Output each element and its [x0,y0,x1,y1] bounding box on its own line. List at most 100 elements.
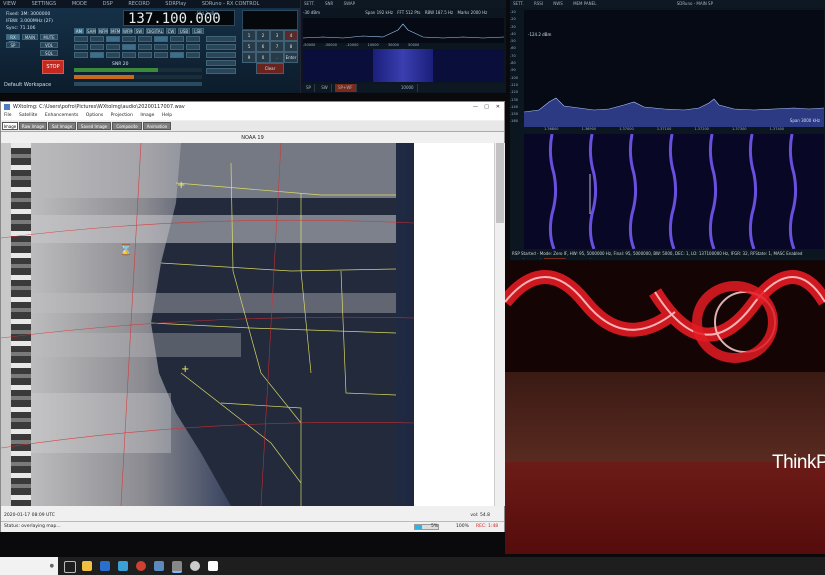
control-button[interactable] [122,52,136,58]
key-6[interactable]: 6 [256,41,270,52]
control-button[interactable] [106,44,120,50]
tab-snr[interactable]: SNR [322,1,336,6]
tab-composite[interactable]: Composite [112,122,142,130]
key-9[interactable]: 9 [242,52,256,63]
wxtoimg-titlebar[interactable]: WXtoImg: C:\Users\pofro\Pictures\WXtoImg… [1,102,504,112]
control-button[interactable] [154,36,168,42]
key-enter[interactable]: Enter [284,52,298,63]
mode-nfm[interactable]: NFM [98,28,108,34]
tab-record[interactable]: RECORD [125,1,152,7]
control-button[interactable] [186,36,200,42]
menu-satellite[interactable]: Satellite [19,113,37,118]
control-button[interactable] [90,36,104,42]
key-0[interactable]: 0 [256,52,270,63]
key-2[interactable]: 2 [256,30,270,41]
volume-bar[interactable] [74,75,134,79]
task-view-icon[interactable] [64,561,76,573]
bar-vol[interactable]: VOL [40,42,58,48]
menu-projection[interactable]: Projection [111,113,133,118]
vertical-scrollbar[interactable] [494,143,505,506]
mode-wfm[interactable]: WFM [122,28,133,34]
sp-button[interactable]: SP [6,42,20,48]
key-5[interactable]: 5 [242,41,256,52]
aux-waterfall[interactable] [303,49,504,82]
tab-image[interactable]: Image [2,122,18,130]
tab-animation[interactable]: Animation [143,122,171,130]
tab-raw-image[interactable]: Raw Image [19,122,47,130]
tab-saved-image[interactable]: Saved Image [77,122,111,130]
main-button[interactable]: MAIN [22,34,38,40]
control-button[interactable] [206,60,236,66]
menu-image[interactable]: Image [140,113,154,118]
menu-file[interactable]: File [4,113,12,118]
menu-options[interactable]: Options [86,113,103,118]
mode-lsb[interactable]: LSB [192,28,204,34]
control-button[interactable] [74,52,88,58]
store-icon[interactable] [118,561,128,571]
maximize-icon[interactable]: □ [484,102,489,112]
control-button[interactable] [90,44,104,50]
control-button[interactable] [154,44,168,50]
mode-cw[interactable]: CW [166,28,176,34]
tab-nws[interactable]: NWS [550,1,566,6]
mode-am[interactable]: AM [74,28,84,34]
control-button[interactable] [186,52,200,58]
control-button[interactable] [170,52,184,58]
control-button[interactable] [122,36,136,42]
chrome-icon[interactable] [136,561,146,571]
tab-sat-image[interactable]: Sat Image [48,122,76,130]
notepad-icon[interactable] [208,561,218,571]
wxtoimg-taskbar-icon[interactable] [172,561,182,573]
scrollbar-thumb[interactable] [496,143,504,223]
control-button[interactable] [138,52,152,58]
key-4[interactable]: 4 [284,30,298,41]
tab-settings[interactable]: SETTINGS [29,1,60,7]
tab-sdrplay[interactable]: SDRPlay [162,1,189,7]
main-spectrum-plot[interactable]: -124.2 dBm Span 3000 kHz [523,10,825,127]
file-explorer-icon[interactable] [82,561,92,571]
control-button[interactable] [106,52,120,58]
aux-view-spwf[interactable]: SP+WF [335,84,357,92]
bar-sql[interactable]: SQL [40,50,58,56]
control-button[interactable] [74,44,88,50]
tab-mode[interactable]: MODE [69,1,90,7]
tab-rssi[interactable]: RSSI [531,1,546,6]
rx-ctrl-button[interactable]: RX CTRL [6,34,20,46]
satellite-image[interactable]: ⌛ + + [1,143,414,506]
menu-help[interactable]: Help [162,113,172,118]
bar-mute[interactable]: MUTE [40,34,58,40]
mode-mfm[interactable]: MFM [110,28,120,34]
tab-mem-panel[interactable]: MEM PANEL [570,1,599,6]
tab-view[interactable]: VIEW [0,1,19,7]
aux-view-sp[interactable]: SP [303,84,315,92]
key-8[interactable]: 8 [284,41,298,52]
mode-sw[interactable]: SW [134,28,144,34]
menu-enhancements[interactable]: Enhancements [45,113,79,118]
control-button[interactable] [138,36,152,42]
squelch-bar[interactable] [74,82,202,86]
sdruno-taskbar-icon[interactable] [190,561,200,571]
key-1[interactable]: 1 [242,30,256,41]
microphone-icon[interactable]: ● [50,557,54,575]
control-button[interactable] [206,36,236,42]
control-button[interactable] [122,44,136,50]
main-waterfall[interactable] [524,134,824,249]
mode-sam[interactable]: SAM [86,28,96,34]
control-button[interactable] [170,36,184,42]
control-button[interactable] [74,36,88,42]
control-button[interactable] [90,52,104,58]
key-7[interactable]: 7 [270,41,284,52]
edge-icon[interactable] [100,561,110,571]
control-button[interactable] [154,52,168,58]
mode-usb[interactable]: USB [178,28,190,34]
tab-swap[interactable]: SWAP [341,1,358,6]
tab-sett[interactable]: SETT. [510,1,527,6]
photos-icon[interactable] [154,561,164,571]
mode-digital[interactable]: DIGITAL [146,28,164,34]
minimize-icon[interactable]: — [473,102,478,112]
stop-button[interactable]: STOP [42,60,64,74]
aux-view-sw[interactable]: SW [318,84,332,92]
control-button[interactable] [206,52,236,58]
workspace-label[interactable]: Default Workspace [4,82,51,88]
aux-spectrum-plot[interactable] [302,18,505,43]
